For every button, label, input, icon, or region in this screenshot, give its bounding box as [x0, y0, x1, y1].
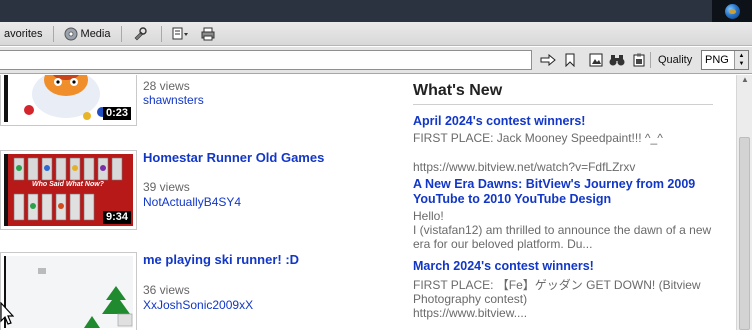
- video-uploader-link[interactable]: XxJoshSonic2009xX: [143, 298, 253, 312]
- quality-label: Quality: [658, 54, 693, 66]
- address-input[interactable]: [0, 50, 532, 70]
- quality-select[interactable]: PNG ▲ ▼: [701, 50, 749, 70]
- tools-button[interactable]: [128, 24, 155, 44]
- news-body-link-text: https://www.bitview.net/watch?v=FdfLZrxv: [413, 160, 636, 174]
- chevron-down-icon: ▼: [738, 61, 745, 67]
- news-body-text: I (vistafan12) am thrilled to announce t…: [413, 223, 712, 251]
- video-views: 28 views: [143, 79, 190, 93]
- divider: [413, 104, 713, 105]
- news-title-link[interactable]: April 2024's contest winners!: [413, 114, 718, 129]
- toolbar-separator: [650, 52, 651, 68]
- print-button[interactable]: [197, 24, 222, 44]
- toolbar-separator: [120, 25, 122, 42]
- browser-toolbar: avorites Media: [0, 22, 752, 46]
- bookmark-button[interactable]: [561, 51, 579, 69]
- page-content: 0:23 28 views shawnsters Who Said What N…: [0, 75, 736, 330]
- video-thumbnail[interactable]: Who Said What Now? 9:34: [0, 150, 137, 230]
- news-title-link[interactable]: March 2024's contest winners!: [413, 259, 718, 274]
- video-uploader-link[interactable]: NotActuallyB4SY4: [143, 195, 241, 209]
- arrow-right-icon: [540, 54, 556, 66]
- media-label: Media: [80, 27, 111, 40]
- news-body-text: FIRST PLACE: Jack Mooney Speedpaint!!! ^…: [413, 131, 663, 145]
- toolbar-separator: [52, 25, 54, 42]
- vertical-scrollbar[interactable]: ▲: [736, 75, 752, 330]
- thumbnail-caption: Who Said What Now?: [32, 181, 104, 188]
- go-button[interactable]: [539, 51, 557, 69]
- edit-dropdown-button[interactable]: [168, 24, 197, 44]
- spinner-arrows[interactable]: ▲ ▼: [734, 51, 748, 69]
- video-views: 36 views: [143, 283, 190, 297]
- toolbar-separator: [160, 25, 162, 42]
- video-duration: 9:34: [102, 211, 131, 224]
- binoculars-icon: [609, 55, 625, 66]
- news-body-link-text: https://www.bitview....: [413, 306, 528, 320]
- window-top-strip: [0, 0, 752, 22]
- capture-toolbar: Quality PNG ▲ ▼: [0, 47, 752, 74]
- news-body-text: Hello!: [413, 209, 444, 223]
- bookmark-icon: [565, 53, 575, 67]
- news-title-link[interactable]: A New Era Dawns: BitView's Journey from …: [413, 177, 718, 207]
- scrollbar-thumb[interactable]: [739, 137, 750, 330]
- video-thumbnail[interactable]: [0, 252, 137, 330]
- video-title-link[interactable]: me playing ski runner! :D: [143, 252, 299, 267]
- scroll-up-arrow-icon[interactable]: ▲: [737, 75, 752, 89]
- clipboard-button[interactable]: [630, 51, 648, 69]
- video-item: 0:23 28 views shawnsters: [0, 75, 400, 126]
- favorites-label: avorites: [4, 27, 43, 40]
- video-duration: 0:23: [102, 107, 131, 120]
- video-item: Who Said What Now? 9:34 Homestar Runner …: [0, 150, 400, 230]
- whats-new-heading: What's New: [413, 82, 503, 99]
- video-title-link[interactable]: Homestar Runner Old Games: [143, 150, 324, 165]
- globe-icon: [724, 3, 740, 19]
- video-views: 39 views: [143, 180, 190, 194]
- quality-value: PNG: [705, 54, 729, 66]
- video-thumbnail[interactable]: 0:23: [0, 75, 137, 126]
- save-image-button[interactable]: [587, 51, 605, 69]
- chevron-up-icon: ▲: [738, 53, 745, 59]
- news-body-text: FIRST PLACE: 【Fe】ゲッダン GET DOWN! (Bitview…: [413, 278, 701, 306]
- favorites-button[interactable]: avorites: [0, 24, 47, 44]
- thumbnail-image: [4, 256, 133, 328]
- edit-page-icon: [172, 27, 188, 39]
- browser-throbber: [712, 0, 752, 22]
- printer-icon: [201, 27, 214, 40]
- image-save-icon: [589, 53, 603, 67]
- find-button[interactable]: [608, 51, 626, 69]
- video-uploader-link[interactable]: shawnsters: [143, 93, 204, 107]
- tools-icon: [134, 26, 147, 40]
- media-icon: [64, 27, 78, 40]
- media-button[interactable]: Media: [60, 24, 115, 44]
- mouse-cursor-icon: [0, 302, 14, 325]
- clipboard-icon: [633, 53, 645, 67]
- video-item: me playing ski runner! :D 36 views XxJos…: [0, 252, 400, 330]
